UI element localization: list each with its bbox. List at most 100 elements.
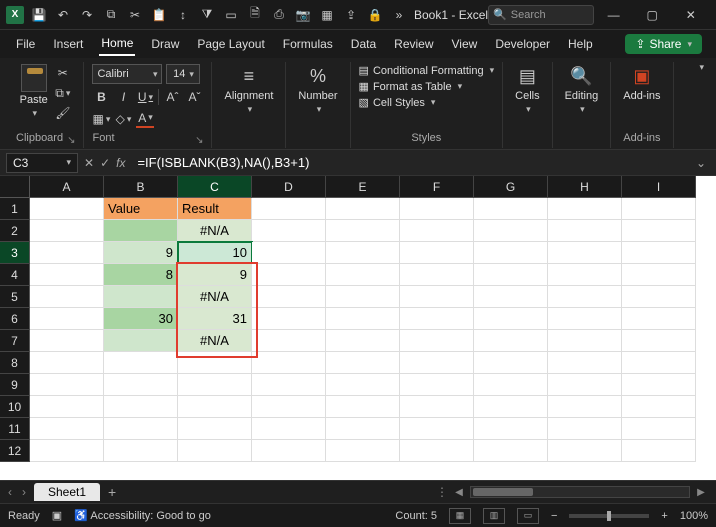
cell-G1[interactable] [474, 198, 548, 220]
cell-A4[interactable] [30, 264, 104, 286]
accept-formula-icon[interactable]: ✓ [100, 156, 110, 170]
format-as-table-button[interactable]: ▦Format as Table▾ [359, 80, 495, 93]
cell-B1[interactable]: Value [104, 198, 178, 220]
camera-icon[interactable]: 📷 [294, 6, 312, 24]
alignment-button[interactable]: ≡ Alignment ▾ [220, 64, 277, 115]
cell-C10[interactable] [178, 396, 252, 418]
clipboard-launcher-icon[interactable]: ↘ [67, 135, 75, 146]
tab-review[interactable]: Review [392, 33, 435, 55]
column-header-D[interactable]: D [252, 176, 326, 198]
cell-F9[interactable] [400, 374, 474, 396]
cell-G6[interactable] [474, 308, 548, 330]
redo-icon[interactable]: ↷ [78, 6, 96, 24]
cell-I8[interactable] [622, 352, 696, 374]
tab-file[interactable]: File [14, 33, 37, 55]
cell-H2[interactable] [548, 220, 622, 242]
scroll-left-button[interactable]: ◀ [452, 485, 466, 499]
column-header-H[interactable]: H [548, 176, 622, 198]
cell-E9[interactable] [326, 374, 400, 396]
cell-G11[interactable] [474, 418, 548, 440]
row-header-11[interactable]: 11 [0, 418, 30, 440]
normal-view-button[interactable]: ▦ [449, 508, 471, 524]
format-painter-button[interactable]: 🖌 [54, 104, 72, 122]
row-header-8[interactable]: 8 [0, 352, 30, 374]
paste-button[interactable]: Paste ▾ [20, 64, 48, 119]
number-button[interactable]: % Number ▾ [294, 64, 341, 115]
copy-button[interactable]: ⧉▾ [54, 84, 72, 102]
formula-input[interactable]: =IF(ISBLANK(B3),NA(),B3+1) [131, 155, 685, 170]
cell-styles-button[interactable]: ▧Cell Styles▾ [359, 96, 495, 109]
cell-C1[interactable]: Result [178, 198, 252, 220]
row-header-2[interactable]: 2 [0, 220, 30, 242]
cell-F3[interactable] [400, 242, 474, 264]
tab-formulas[interactable]: Formulas [281, 33, 335, 55]
cell-F1[interactable] [400, 198, 474, 220]
qat-overflow-icon[interactable]: » [390, 6, 408, 24]
cell-H12[interactable] [548, 440, 622, 462]
zoom-out-button[interactable]: − [551, 510, 557, 522]
cell-F11[interactable] [400, 418, 474, 440]
cell-C4[interactable]: 9 [178, 264, 252, 286]
cell-E11[interactable] [326, 418, 400, 440]
cell-B7[interactable] [104, 330, 178, 352]
cell-B12[interactable] [104, 440, 178, 462]
cell-I12[interactable] [622, 440, 696, 462]
cell-E5[interactable] [326, 286, 400, 308]
cell-E7[interactable] [326, 330, 400, 352]
cell-D5[interactable] [252, 286, 326, 308]
addins-button[interactable]: ▣ Add-ins [619, 64, 664, 102]
cell-H11[interactable] [548, 418, 622, 440]
column-header-B[interactable]: B [104, 176, 178, 198]
conditional-formatting-button[interactable]: ▤Conditional Formatting▾ [359, 64, 495, 77]
cell-D10[interactable] [252, 396, 326, 418]
close-button[interactable]: ✕ [671, 0, 710, 30]
cell-I2[interactable] [622, 220, 696, 242]
decrease-font-button[interactable]: Aˇ [185, 88, 203, 106]
prev-sheet-button[interactable]: ‹ [8, 485, 12, 499]
maximize-button[interactable]: ▢ [633, 0, 672, 30]
cell-B4[interactable]: 8 [104, 264, 178, 286]
font-size-select[interactable]: 14▾ [166, 64, 200, 84]
column-header-C[interactable]: C [178, 176, 252, 198]
copy-icon[interactable]: ⧉ [102, 6, 120, 24]
cell-C2[interactable]: #N/A [178, 220, 252, 242]
cell-G10[interactable] [474, 396, 548, 418]
save-icon[interactable]: 💾 [30, 6, 48, 24]
tab-insert[interactable]: Insert [51, 33, 85, 55]
zoom-in-button[interactable]: + [661, 510, 667, 522]
scroll-right-button[interactable]: ▶ [694, 485, 708, 499]
cell-D12[interactable] [252, 440, 326, 462]
cell-C8[interactable] [178, 352, 252, 374]
macro-record-icon[interactable]: ▣ [52, 509, 62, 522]
collapse-ribbon-button[interactable]: ▾ [693, 62, 708, 73]
cell-F5[interactable] [400, 286, 474, 308]
cell-A3[interactable] [30, 242, 104, 264]
column-header-I[interactable]: I [622, 176, 696, 198]
font-launcher-icon[interactable]: ↘ [195, 135, 203, 146]
cell-E1[interactable] [326, 198, 400, 220]
cell-E6[interactable] [326, 308, 400, 330]
column-header-E[interactable]: E [326, 176, 400, 198]
cell-H8[interactable] [548, 352, 622, 374]
cell-H7[interactable] [548, 330, 622, 352]
cell-B11[interactable] [104, 418, 178, 440]
tab-help[interactable]: Help [566, 33, 595, 55]
select-all-button[interactable] [0, 176, 30, 198]
cell-I6[interactable] [622, 308, 696, 330]
sheet-tab-sheet1[interactable]: Sheet1 [34, 483, 100, 501]
tab-data[interactable]: Data [349, 33, 378, 55]
column-header-F[interactable]: F [400, 176, 474, 198]
cell-H9[interactable] [548, 374, 622, 396]
cell-A8[interactable] [30, 352, 104, 374]
row-header-3[interactable]: 3 [0, 242, 30, 264]
cell-G5[interactable] [474, 286, 548, 308]
cell-A1[interactable] [30, 198, 104, 220]
cell-D2[interactable] [252, 220, 326, 242]
cell-I1[interactable] [622, 198, 696, 220]
scrollbar-thumb[interactable] [473, 488, 533, 496]
cell-E8[interactable] [326, 352, 400, 374]
paste-qat-icon[interactable]: 📋 [150, 6, 168, 24]
cell-A6[interactable] [30, 308, 104, 330]
row-header-5[interactable]: 5 [0, 286, 30, 308]
cell-G7[interactable] [474, 330, 548, 352]
